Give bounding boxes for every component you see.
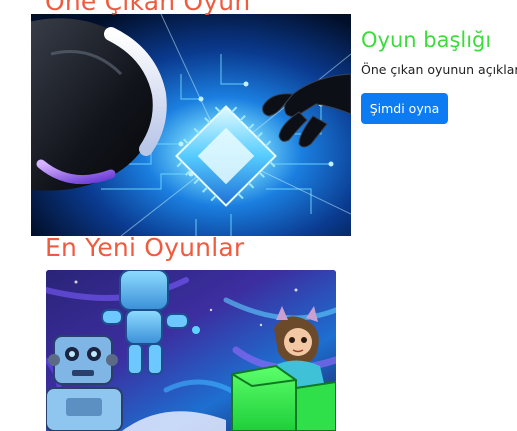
featured-game-title: Oyun başlığı	[361, 28, 492, 52]
newest-section-heading: En Yeni Oyunlar	[45, 233, 245, 262]
featured-game-artwork	[31, 14, 351, 236]
play-now-button[interactable]: Şimdi oyna	[361, 93, 448, 124]
featured-section-heading: Öne Çıkan Oyun	[45, 0, 251, 16]
newest-game-image[interactable]	[46, 270, 336, 431]
featured-game-description: Öne çıkan oyunun açıklaması	[361, 62, 517, 77]
page: Öne Çıkan Oyun Oyun başlığı Öne çıkan oy…	[0, 0, 517, 431]
featured-game-image[interactable]	[31, 14, 351, 236]
newest-game-artwork	[46, 270, 336, 431]
